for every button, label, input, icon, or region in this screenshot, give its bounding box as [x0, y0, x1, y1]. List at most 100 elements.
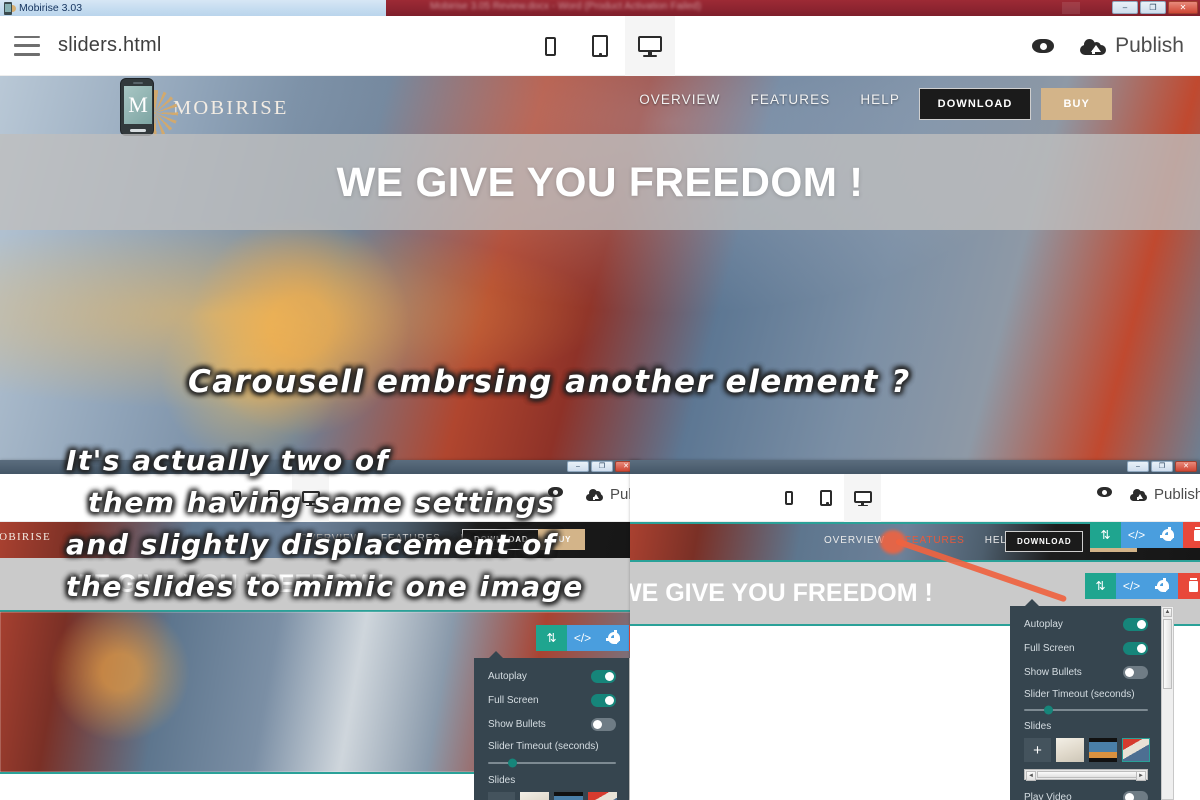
inset-right-device-desktop[interactable] [844, 474, 881, 522]
publish-button[interactable]: Publish [1080, 34, 1184, 58]
slide-thumb-3[interactable] [588, 792, 617, 800]
inset-left-editor-toolbar: ⇅ </> [536, 625, 640, 651]
download-button[interactable]: DOWNLOAD [918, 88, 1032, 120]
slide-thumb-1[interactable] [1056, 738, 1084, 762]
slide-thumb-1[interactable] [520, 792, 549, 800]
inset-left-device-desktop[interactable] [292, 474, 329, 522]
inset-left-site-navbar: MOBIRISE OVERVIEW FEATURES HELP DOWNLOAD… [0, 522, 640, 558]
toggle-fullscreen[interactable] [591, 694, 616, 707]
toggle-fullscreen[interactable] [1123, 642, 1148, 655]
gear-icon[interactable] [1147, 573, 1178, 599]
trash-icon[interactable] [1178, 573, 1200, 599]
device-tablet-button[interactable] [575, 16, 625, 76]
inset-left-device-tablet[interactable] [255, 474, 292, 522]
device-phone-button[interactable] [525, 16, 575, 76]
slide-thumb-3[interactable] [1122, 738, 1150, 762]
inset-left-hero-title: WE GIVE YOU FREEDOM ! [70, 569, 385, 598]
inset-right-preview-button[interactable] [1097, 487, 1112, 497]
inset-left-download-button[interactable]: DOWNLOAD [462, 529, 541, 550]
device-desktop-button[interactable] [625, 16, 675, 76]
inset-left-minimize[interactable]: – [567, 461, 589, 472]
eye-icon[interactable] [548, 487, 563, 497]
inset-right-minimize[interactable]: – [1127, 461, 1149, 472]
toggle-show-bullets[interactable] [591, 718, 616, 731]
eye-icon[interactable] [1032, 39, 1055, 53]
nav-link-help[interactable]: HELP [860, 92, 900, 107]
app-titlebar: Mobirise 3.03 [0, 0, 386, 16]
os-titlebar: Mobirise 3.05 Review.docx - Word (Produc… [0, 0, 1200, 16]
slider-timeout-label: Slider Timeout (seconds) [1024, 689, 1135, 700]
gear-icon[interactable] [1152, 522, 1183, 548]
move-updown-icon[interactable]: ⇅ [536, 625, 567, 651]
slider-timeout-track[interactable] [1024, 705, 1148, 715]
minimize-button[interactable]: – [1112, 1, 1138, 14]
inset-left-device-phone[interactable] [218, 474, 255, 522]
toggle-autoplay[interactable] [591, 670, 616, 683]
scroll-up-arrow[interactable]: ▲ [1163, 608, 1172, 617]
scroll-left-arrow[interactable]: ◄ [1026, 771, 1036, 781]
inset-right-device-phone[interactable] [770, 474, 807, 522]
phone-icon [544, 36, 556, 56]
nav-link-overview[interactable]: OVERVIEW [300, 533, 361, 544]
inset-right-device-tablet[interactable] [807, 474, 844, 522]
phone-icon [232, 491, 241, 505]
inset-right-devices[interactable] [770, 474, 881, 522]
nav-link-features[interactable]: FEATURES [751, 92, 831, 107]
close-button[interactable]: ✕ [1168, 1, 1198, 14]
slides-label: Slides [1024, 721, 1052, 732]
inset-left-maximize[interactable]: ❐ [591, 461, 613, 472]
slides-thumbnail-row: + [488, 792, 617, 800]
inset-left-settings-panel: Autoplay Full Screen Show Bullets Slider… [474, 651, 640, 800]
buy-button[interactable]: BUY [1041, 88, 1112, 120]
inset-left-buy-button[interactable]: BUY [538, 529, 586, 550]
scroll-thumb [1163, 619, 1172, 689]
eye-icon[interactable] [1097, 487, 1112, 497]
slides-horizontal-scrollbar[interactable]: ◄ ► [1024, 769, 1148, 781]
window-controls[interactable]: – ❐ ✕ [1112, 1, 1198, 14]
setting-row-autoplay: Autoplay [488, 670, 616, 683]
setting-label-show-bullets: Show Bullets [1024, 667, 1082, 678]
nav-link-features[interactable]: FEATURES [381, 533, 441, 544]
nav-link-overview[interactable]: OVERVIEW [824, 535, 885, 546]
inset-right-maximize[interactable]: ❐ [1151, 461, 1173, 472]
inset-left-window-controls[interactable]: – ❐ ✕ [567, 461, 637, 472]
code-icon[interactable]: </> [1121, 522, 1152, 548]
nav-link-overview[interactable]: OVERVIEW [639, 92, 720, 107]
document-name: sliders.html [58, 34, 162, 56]
setting-row-fullscreen: Full Screen [488, 694, 616, 707]
inset-right-panel-scrollbar[interactable]: ▲ [1161, 606, 1174, 800]
publish-label: Publish [1115, 34, 1184, 57]
add-slide-button[interactable]: + [488, 792, 515, 800]
code-icon[interactable]: </> [1116, 573, 1147, 599]
move-updown-icon[interactable]: ⇅ [1090, 522, 1121, 548]
move-updown-icon[interactable]: ⇅ [1085, 573, 1116, 599]
tablet-icon [819, 490, 832, 506]
add-slide-button[interactable]: + [1024, 738, 1051, 762]
inset-right-window-controls[interactable]: – ❐ ✕ [1127, 461, 1197, 472]
slider-timeout-track[interactable] [488, 758, 616, 768]
device-switcher[interactable] [525, 16, 675, 76]
toggle-show-bullets[interactable] [1123, 666, 1148, 679]
inset-left-publish-button[interactable] [548, 487, 563, 497]
setting-label-autoplay: Autoplay [1024, 619, 1063, 630]
app-toolbar: sliders.html Publish [0, 16, 1200, 76]
trash-icon[interactable] [1183, 522, 1200, 548]
inset-right-close[interactable]: ✕ [1175, 461, 1197, 472]
slide-thumb-2[interactable] [1089, 738, 1117, 762]
site-brand[interactable]: M MOBIRISE [118, 78, 289, 138]
mobirise-logo-icon: M [118, 78, 178, 138]
hamburger-icon[interactable] [14, 35, 40, 56]
desktop-icon [853, 490, 872, 507]
setting-row-play-video: Play Video [1024, 791, 1148, 800]
inset-left-devices[interactable] [218, 474, 329, 522]
setting-row-autoplay: Autoplay [1024, 618, 1148, 631]
code-icon[interactable]: </> [567, 625, 598, 651]
gear-icon[interactable] [598, 625, 629, 651]
scroll-right-arrow[interactable]: ► [1136, 771, 1146, 781]
maximize-button[interactable]: ❐ [1140, 1, 1166, 14]
slide-thumb-2[interactable] [554, 792, 583, 800]
inset-right-download-button[interactable]: DOWNLOAD [1005, 531, 1084, 552]
toggle-play-video[interactable] [1123, 791, 1148, 800]
inset-right-publish-button[interactable]: Publish [1130, 486, 1200, 503]
toggle-autoplay[interactable] [1123, 618, 1148, 631]
